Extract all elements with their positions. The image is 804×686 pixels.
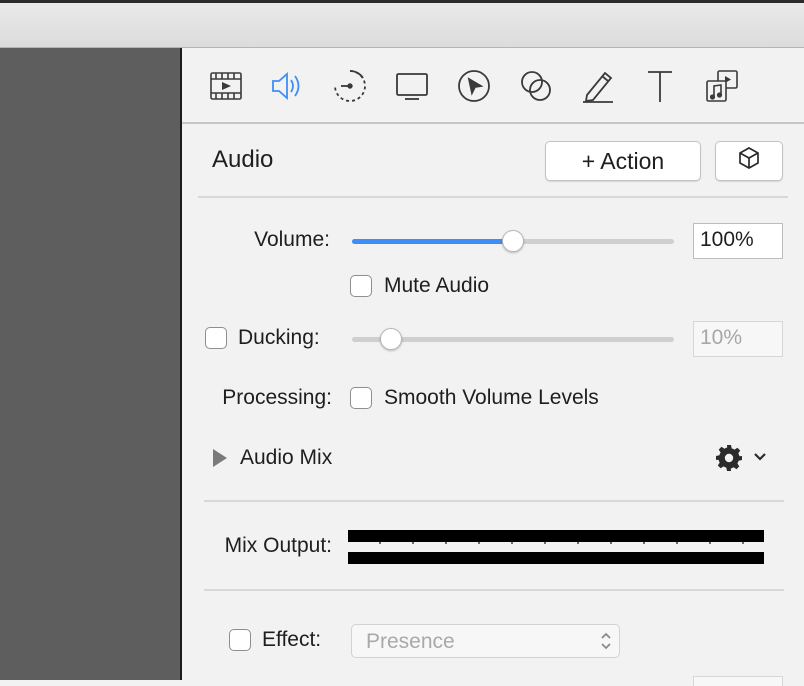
audio-mix-disclosure-triangle[interactable]	[213, 449, 227, 467]
screen-monitor-icon[interactable]	[394, 68, 430, 104]
ducking-label: Ducking:	[238, 326, 320, 349]
cube-icon	[737, 146, 761, 176]
text-icon[interactable]	[642, 68, 678, 104]
mix-output-meter-ticks	[348, 542, 764, 544]
mix-output-meter-left	[348, 530, 764, 542]
up-down-arrows-icon	[599, 630, 613, 652]
mute-audio-label: Mute Audio	[384, 274, 490, 297]
animation-timer-icon[interactable]	[332, 68, 368, 104]
gear-icon	[714, 443, 744, 478]
audio-mix-label[interactable]: Audio Mix	[240, 446, 332, 470]
ducking-slider-knob[interactable]	[379, 328, 402, 350]
ducking-value-field[interactable]: 10%	[693, 321, 783, 357]
section-divider-3	[204, 589, 784, 591]
partially-visible-field[interactable]	[693, 676, 783, 686]
smooth-volume-label: Smooth Volume Levels	[384, 386, 599, 409]
cube-button[interactable]	[715, 141, 783, 181]
volume-value-field[interactable]: 100%	[693, 223, 783, 259]
pencil-annotation-icon[interactable]	[580, 68, 616, 104]
video-clip-icon[interactable]	[208, 68, 244, 104]
effect-checkbox[interactable]	[229, 629, 251, 651]
mix-output-meter-right	[348, 552, 764, 564]
audio-speaker-icon[interactable]	[269, 68, 305, 104]
inspector-toolbar	[182, 48, 804, 124]
canvas-area	[0, 48, 180, 680]
effect-label: Effect:	[262, 628, 322, 651]
ducking-checkbox[interactable]	[205, 327, 227, 349]
processing-label: Processing:	[222, 386, 332, 409]
music-clip-icon[interactable]	[704, 68, 740, 104]
chevron-down-icon	[752, 449, 768, 470]
mute-audio-checkbox[interactable]	[350, 275, 372, 297]
mix-output-label: Mix Output:	[224, 534, 332, 557]
audio-inspector-panel: Audio + Action Volume: 100% Mute Audio D…	[182, 48, 804, 686]
effect-preset-popup[interactable]: Presence	[351, 624, 620, 658]
mix-output-meter	[348, 528, 764, 568]
window-title-bar	[0, 0, 804, 48]
audio-mix-options-menu[interactable]	[714, 443, 774, 471]
volume-label: Volume:	[254, 228, 330, 251]
effect-preset-value: Presence	[366, 630, 455, 653]
volume-slider-knob[interactable]	[502, 230, 524, 252]
cursor-icon[interactable]	[456, 68, 492, 104]
add-action-button[interactable]: + Action	[545, 141, 701, 181]
section-title: Audio	[212, 146, 274, 173]
section-divider-2	[204, 500, 784, 502]
volume-slider-fill	[352, 239, 513, 244]
overlapping-circles-icon[interactable]	[518, 68, 554, 104]
section-divider	[198, 196, 788, 198]
smooth-volume-checkbox[interactable]	[350, 387, 372, 409]
